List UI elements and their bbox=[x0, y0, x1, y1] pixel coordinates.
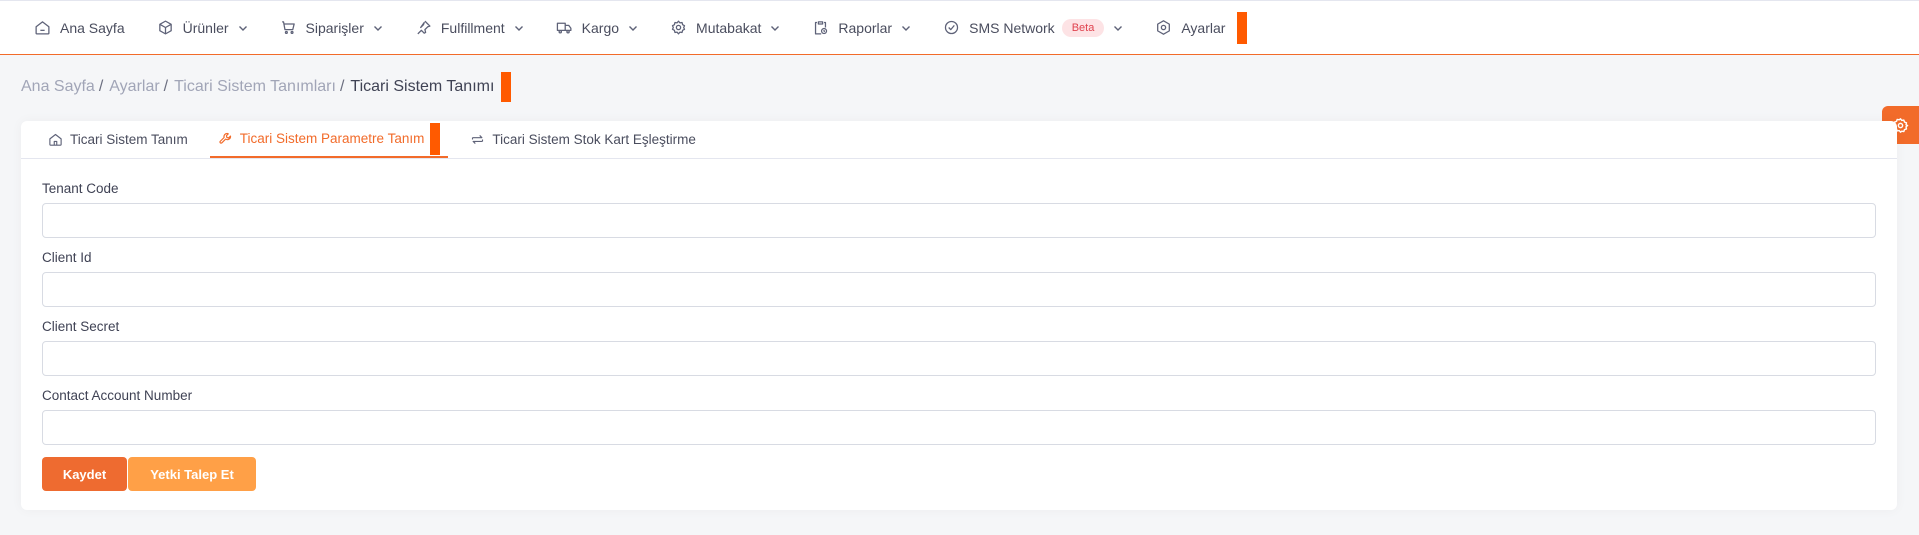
nav-item-ana-sayfa[interactable]: Ana Sayfa bbox=[34, 1, 125, 54]
breadcrumb: Ana Sayfa / Ayarlar / Ticari Sistem Tanı… bbox=[21, 72, 512, 102]
tab-ticari-sistem-stok-kart-eslestirme[interactable]: Ticari Sistem Stok Kart Eşleştirme bbox=[462, 121, 704, 158]
pin-icon bbox=[415, 19, 432, 36]
breadcrumb-separator: / bbox=[339, 78, 345, 95]
tab-ticari-sistem-tanim[interactable]: Ticari Sistem Tanım bbox=[40, 121, 196, 158]
tenant-code-group: Tenant Code bbox=[42, 181, 1876, 238]
highlight-marker bbox=[430, 122, 441, 155]
top-navbar: Ana Sayfa Ürünler Siparişler Fulfillment… bbox=[0, 0, 1919, 55]
truck-icon bbox=[556, 19, 573, 36]
nav-item-label: Ürünler bbox=[182, 19, 229, 36]
request-authorization-button[interactable]: Yetki Talep Et bbox=[128, 457, 256, 491]
nav-item-label: Ana Sayfa bbox=[60, 19, 125, 36]
chevron-down-icon bbox=[238, 23, 248, 33]
tab-label: Ticari Sistem Parametre Tanım bbox=[239, 131, 425, 146]
nav-item-sms-network[interactable]: SMS Network Beta bbox=[943, 1, 1123, 54]
nav-item-label: SMS Network bbox=[969, 19, 1055, 36]
nav-item-mutabakat[interactable]: Mutabakat bbox=[670, 1, 780, 54]
nav-item-ayarlar[interactable]: Ayarlar bbox=[1155, 1, 1225, 54]
save-button[interactable]: Kaydet bbox=[42, 457, 127, 491]
eye-gear-icon bbox=[670, 19, 687, 36]
client-secret-input[interactable] bbox=[42, 341, 1876, 376]
breadcrumb-separator: / bbox=[98, 78, 104, 95]
client-id-label: Client Id bbox=[42, 250, 92, 265]
home-icon bbox=[48, 132, 63, 147]
breadcrumb-current: Ticari Sistem Tanımı bbox=[350, 78, 495, 95]
contact-account-number-group: Contact Account Number bbox=[42, 388, 1876, 445]
hexagon-gear-icon bbox=[1155, 19, 1172, 36]
tab-label: Ticari Sistem Stok Kart Eşleştirme bbox=[492, 132, 696, 147]
nav-item-label: Raporlar bbox=[838, 19, 893, 36]
highlight-marker bbox=[1237, 11, 1248, 44]
nav-item-label: Ayarlar bbox=[1181, 19, 1226, 36]
nav-item-urunler[interactable]: Ürünler bbox=[157, 1, 248, 54]
nav-item-label: Siparişler bbox=[305, 19, 364, 36]
tenant-code-input[interactable] bbox=[42, 203, 1876, 238]
wrench-icon bbox=[218, 131, 233, 146]
nav-item-kargo[interactable]: Kargo bbox=[556, 1, 638, 54]
chevron-down-icon bbox=[514, 23, 524, 33]
home-icon bbox=[34, 19, 51, 36]
form-actions: Kaydet Yetki Talep Et bbox=[42, 457, 1876, 491]
nav-item-label: Fulfillment bbox=[440, 19, 505, 36]
contact-account-number-label: Contact Account Number bbox=[42, 388, 193, 403]
swap-icon bbox=[470, 132, 485, 147]
chevron-down-icon bbox=[628, 23, 638, 33]
chevron-down-icon bbox=[901, 23, 911, 33]
breadcrumb-link-ticari-sistem-tanimlari[interactable]: Ticari Sistem Tanımları bbox=[174, 78, 336, 96]
chevron-down-icon bbox=[373, 23, 383, 33]
client-id-input[interactable] bbox=[42, 272, 1876, 307]
breadcrumb-separator: / bbox=[163, 78, 169, 95]
nav-item-siparisler[interactable]: Siparişler bbox=[280, 1, 383, 54]
tenant-code-label: Tenant Code bbox=[42, 181, 119, 196]
client-id-group: Client Id bbox=[42, 250, 1876, 307]
beta-badge: Beta bbox=[1061, 18, 1105, 37]
breadcrumb-link-ayarlar[interactable]: Ayarlar bbox=[109, 78, 159, 96]
chevron-down-icon bbox=[1113, 23, 1123, 33]
tab-bar: Ticari Sistem Tanım Ticari Sistem Parame… bbox=[21, 121, 1897, 159]
check-circle-icon bbox=[943, 19, 960, 36]
breadcrumb-link-ana-sayfa[interactable]: Ana Sayfa bbox=[21, 78, 95, 96]
client-secret-label: Client Secret bbox=[42, 319, 120, 334]
nav-item-label: Mutabakat bbox=[696, 19, 762, 36]
parameter-form: Tenant Code Client Id Client Secret Cont… bbox=[21, 159, 1897, 491]
tab-label: Ticari Sistem Tanım bbox=[70, 132, 188, 147]
box-icon bbox=[157, 19, 174, 36]
highlight-marker bbox=[501, 72, 512, 102]
nav-item-label: Kargo bbox=[581, 19, 620, 36]
cart-icon bbox=[280, 19, 297, 36]
tab-ticari-sistem-parametre-tanim[interactable]: Ticari Sistem Parametre Tanım bbox=[209, 121, 449, 158]
nav-item-raporlar[interactable]: Raporlar bbox=[812, 1, 911, 54]
clipboard-icon bbox=[812, 19, 829, 36]
chevron-down-icon bbox=[770, 23, 780, 33]
settings-card: Ticari Sistem Tanım Ticari Sistem Parame… bbox=[21, 121, 1897, 510]
nav-item-fulfillment[interactable]: Fulfillment bbox=[415, 1, 524, 54]
contact-account-number-input[interactable] bbox=[42, 410, 1876, 445]
client-secret-group: Client Secret bbox=[42, 319, 1876, 376]
